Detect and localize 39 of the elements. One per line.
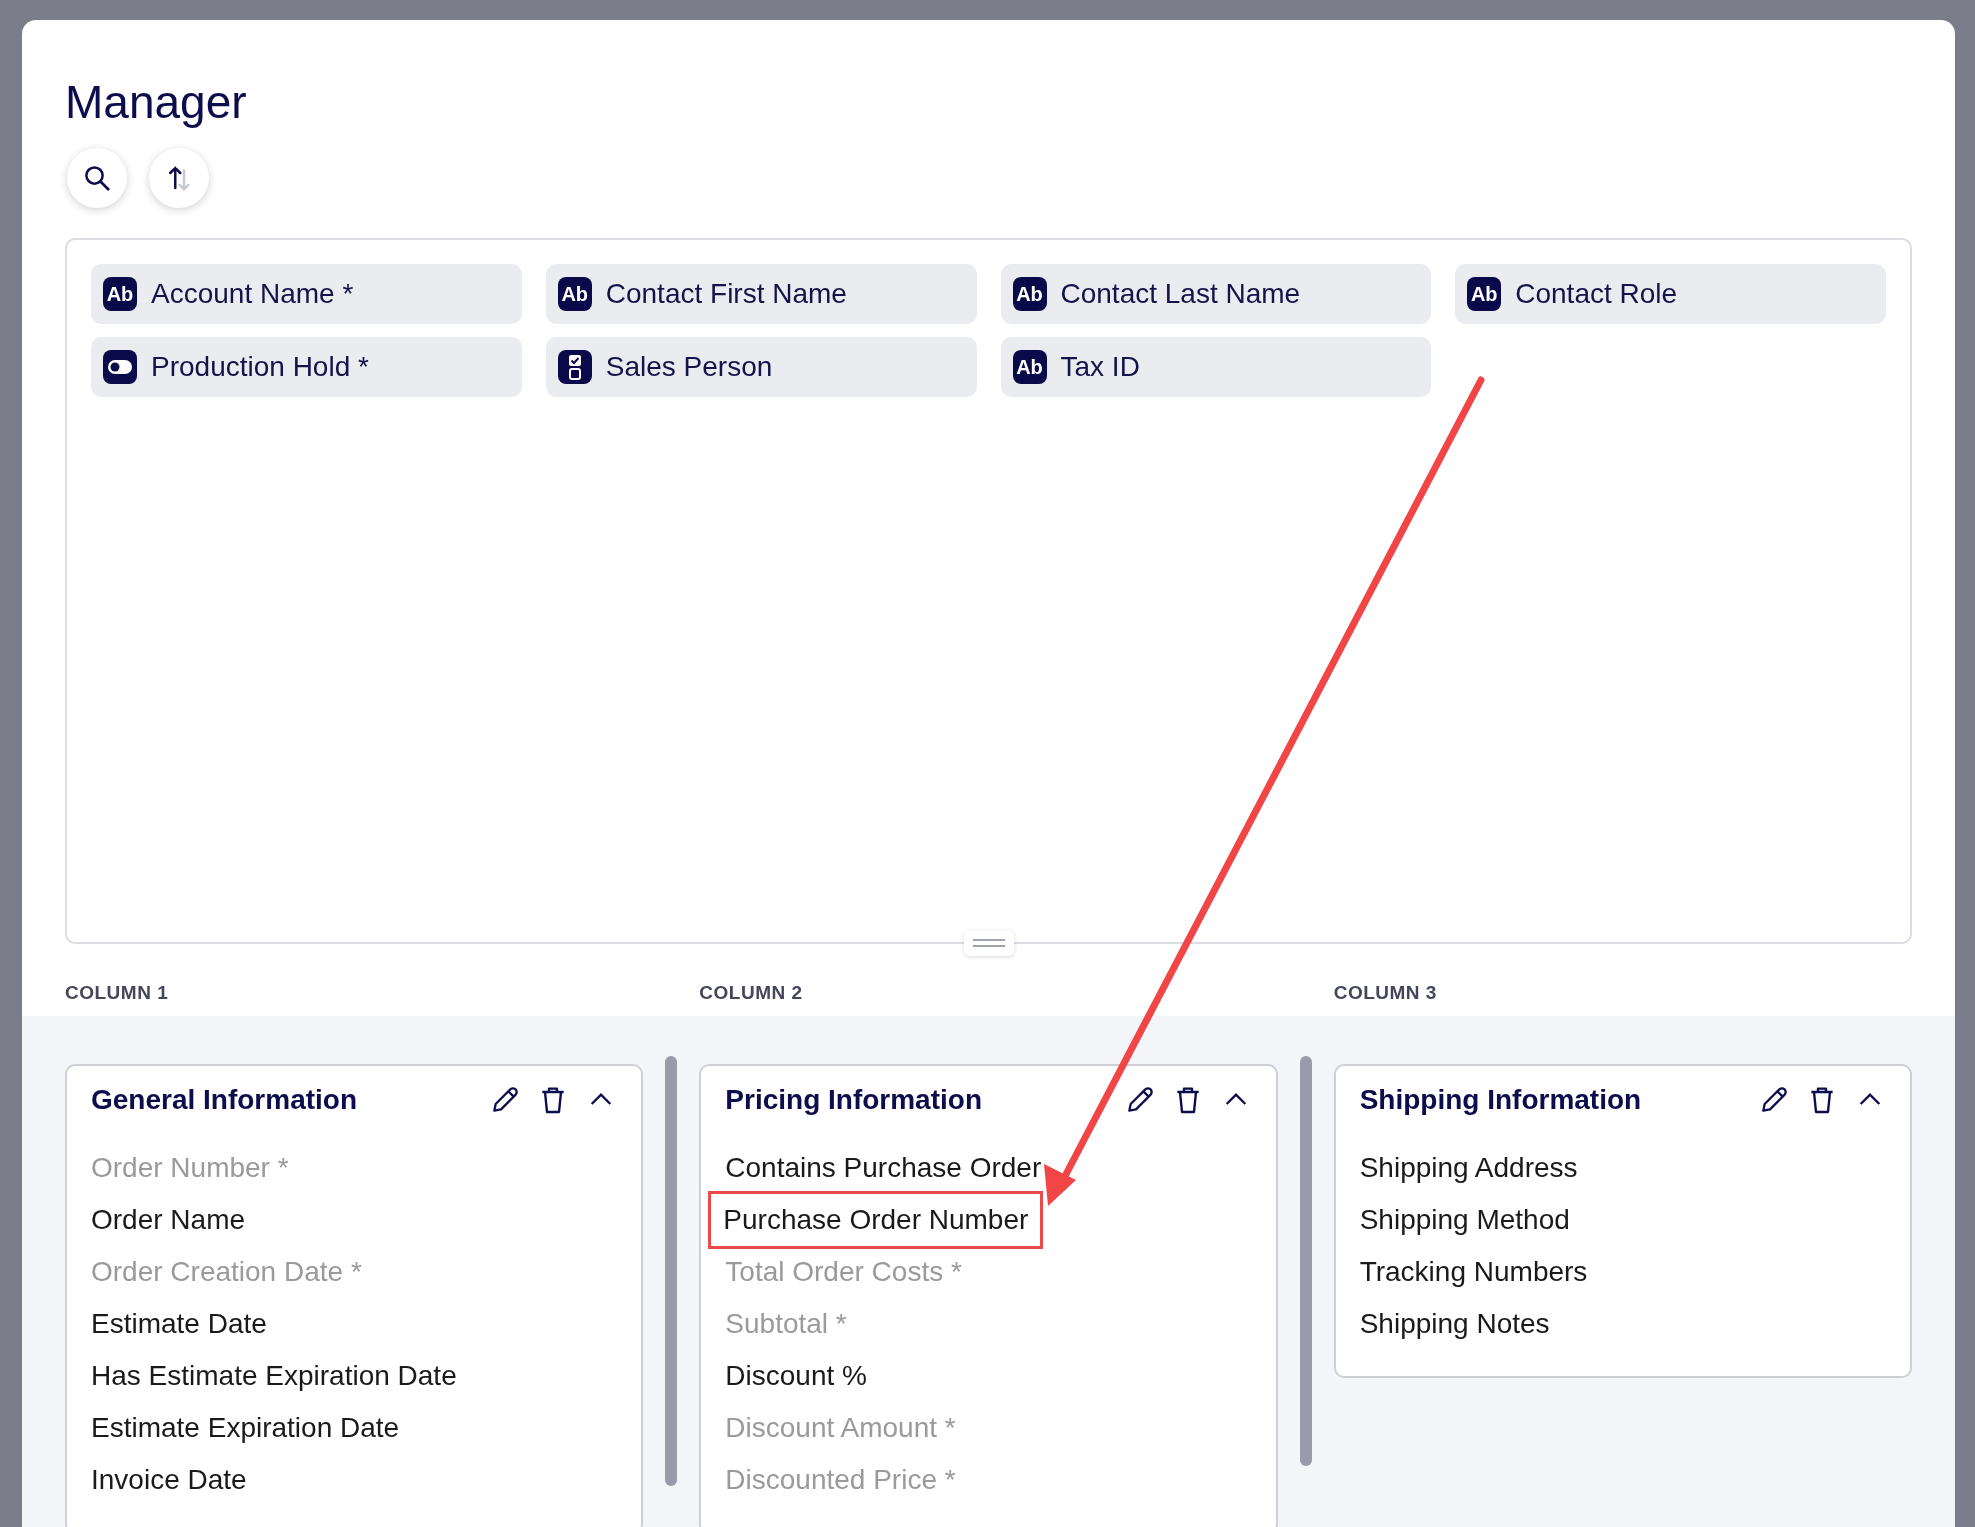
field-chip[interactable]: Sales Person xyxy=(545,337,977,398)
field-chip[interactable]: Ab Contact Last Name xyxy=(1000,264,1432,325)
scrollbar[interactable] xyxy=(1299,1056,1312,1467)
text-field-icon: Ab xyxy=(1012,350,1047,385)
search-icon xyxy=(82,163,112,194)
field-item[interactable]: Purchase Order Number xyxy=(711,1194,1041,1247)
field-item[interactable]: Estimate Expiration Date xyxy=(91,1402,400,1455)
field-item[interactable]: Has Estimate Expiration Date xyxy=(91,1350,457,1403)
field-chip[interactable]: Ab Account Name * xyxy=(91,264,522,325)
text-field-icon: Ab xyxy=(1467,277,1502,312)
field-chip[interactable]: Ab Contact First Name xyxy=(545,264,977,325)
field-chip[interactable]: Ab Contact Role xyxy=(1455,264,1886,325)
section-title: Shipping Information xyxy=(1359,1084,1642,1117)
field-item[interactable]: Shipping Notes xyxy=(1359,1298,1550,1351)
field-item[interactable]: Contains Purchase Order xyxy=(725,1142,1042,1195)
field-item[interactable]: Discount % xyxy=(725,1350,867,1403)
field-item[interactable]: Shipping Method xyxy=(1359,1194,1570,1247)
page-title: Manager xyxy=(65,75,248,130)
column-heading: COLUMN 1 xyxy=(65,982,170,1005)
field-item[interactable]: Tracking Numbers xyxy=(1359,1246,1588,1299)
scrollbar[interactable] xyxy=(665,1056,678,1487)
field-item[interactable]: Estimate Date xyxy=(91,1298,267,1351)
search-button[interactable] xyxy=(67,148,127,209)
text-field-icon: Ab xyxy=(557,277,592,312)
column-heading: COLUMN 2 xyxy=(699,982,804,1005)
field-item[interactable]: Shipping Address xyxy=(1359,1142,1578,1195)
field-chip[interactable]: Ab Tax ID xyxy=(1000,337,1432,398)
toggle-icon xyxy=(103,350,137,385)
field-item[interactable]: Invoice Date xyxy=(91,1454,247,1507)
column-heading: COLUMN 3 xyxy=(1333,982,1438,1005)
section-title: Pricing Information xyxy=(725,1084,982,1117)
resize-handle[interactable] xyxy=(963,930,1014,957)
checklist-icon xyxy=(557,350,592,385)
sort-button[interactable] xyxy=(149,148,209,209)
field-item[interactable]: Order Name xyxy=(91,1194,246,1247)
text-field-icon: Ab xyxy=(103,277,137,312)
field-chip[interactable]: Production Hold * xyxy=(91,337,522,398)
text-field-icon: Ab xyxy=(1012,277,1047,312)
section-title: General Information xyxy=(91,1084,358,1117)
